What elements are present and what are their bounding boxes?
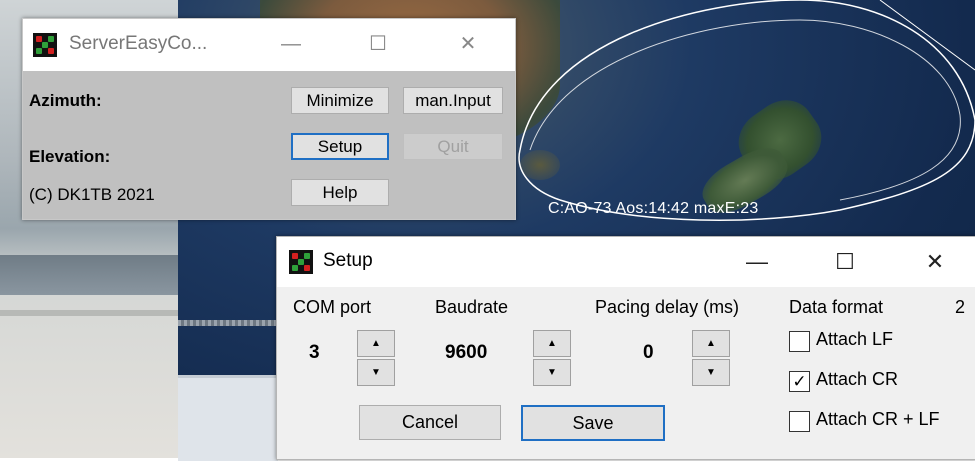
checkbox-box[interactable] (789, 331, 810, 352)
setup-window-title: Setup (323, 250, 373, 271)
setup-title-bar[interactable]: Setup — ☐ ✕ (277, 237, 975, 287)
spin-up-icon[interactable]: ▲ (692, 330, 730, 357)
maximize-window-icon[interactable]: ☐ (358, 29, 398, 59)
quit-button[interactable]: Quit (403, 133, 503, 160)
elevation-label: Elevation: (29, 147, 111, 166)
setup-button[interactable]: Setup (291, 133, 389, 160)
pacing-delay-value: 0 (643, 342, 654, 363)
copyright-text: (C) DK1TB 2021 (29, 185, 155, 204)
baudrate-value: 9600 (445, 342, 488, 363)
window-title: ServerEasyCo... (69, 33, 208, 54)
close-window-icon[interactable]: ✕ (915, 247, 955, 277)
checkbox-label: Attach CR (816, 369, 899, 389)
spin-down-icon[interactable]: ▼ (357, 359, 395, 386)
help-button[interactable]: Help (291, 179, 389, 206)
footprint-inner (529, 19, 961, 201)
cancel-button[interactable]: Cancel (359, 405, 501, 440)
satellite-label: C:AO-73 Aos:14:42 maxE:23 (548, 200, 759, 217)
title-bar[interactable]: ServerEasyCo... — ☐ ✕ (23, 19, 515, 71)
com-port-value: 3 (309, 342, 320, 363)
app-icon (289, 250, 313, 274)
data-format-label: Data format (789, 297, 884, 317)
save-button[interactable]: Save (521, 405, 665, 441)
azimuth-label: Azimuth: (29, 91, 102, 110)
main-client-area: Azimuth: Elevation: (C) DK1TB 2021 Minim… (23, 71, 515, 219)
pacing-delay-label: Pacing delay (ms) (595, 297, 740, 317)
man-input-button[interactable]: man.Input (403, 87, 503, 114)
spin-down-icon[interactable]: ▼ (533, 359, 571, 386)
orbit-track (879, 0, 975, 71)
servereasy-window[interactable]: ServerEasyCo... — ☐ ✕ Azimuth: Elevation… (22, 18, 516, 220)
checkbox-box[interactable] (789, 411, 810, 432)
minimize-window-icon[interactable]: — (271, 29, 311, 59)
checkbox-label: Attach LF (816, 329, 894, 349)
maximize-window-icon[interactable]: ☐ (825, 247, 865, 277)
setup-window[interactable]: Setup — ☐ ✕ COM port 3 ▲ ▼ Baudrate 9600… (276, 236, 975, 460)
app-icon (33, 33, 57, 57)
checkbox-label: Attach CR + LF (816, 409, 940, 429)
minimize-window-icon[interactable]: — (737, 247, 777, 277)
close-window-icon[interactable]: ✕ (448, 29, 488, 59)
data-format-extra: 2 (955, 297, 966, 317)
com-port-label: COM port (293, 297, 372, 317)
com-port-spinner[interactable]: ▲ ▼ (357, 330, 395, 386)
footprint-ellipse (518, 0, 975, 221)
spin-up-icon[interactable]: ▲ (357, 330, 395, 357)
baudrate-label: Baudrate (435, 297, 509, 317)
minimize-button[interactable]: Minimize (291, 87, 389, 114)
setup-client-area: COM port 3 ▲ ▼ Baudrate 9600 ▲ ▼ Pacing … (277, 287, 975, 459)
check-mark-icon[interactable]: ✓ (789, 371, 810, 392)
pacing-delay-spinner[interactable]: ▲ ▼ (692, 330, 730, 386)
baudrate-spinner[interactable]: ▲ ▼ (533, 330, 571, 386)
spin-down-icon[interactable]: ▼ (692, 359, 730, 386)
spin-up-icon[interactable]: ▲ (533, 330, 571, 357)
